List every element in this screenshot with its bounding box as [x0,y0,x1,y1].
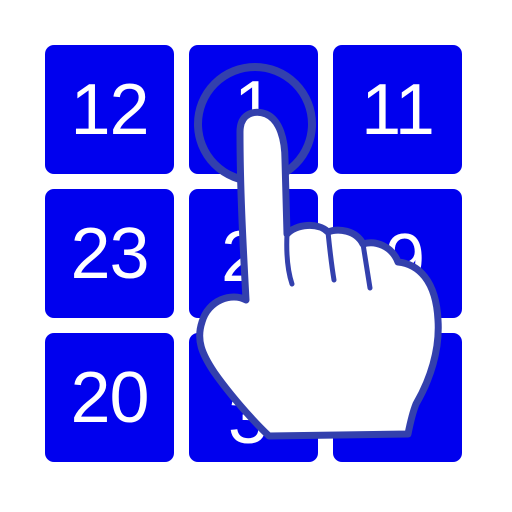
tile-number: 11 [361,69,435,150]
number-tile[interactable]: 23 [45,189,174,318]
tile-number: 20 [70,357,149,438]
number-tile[interactable]: 9 [333,189,462,318]
number-tile[interactable]: 20 [45,333,174,462]
tile-number: 1 [233,66,274,147]
number-tile[interactable]: 12 [45,45,174,174]
tile-number: 12 [70,69,149,150]
tile-number: 9 [384,219,425,300]
number-grid-screen: 12 1 11 23 2 9 20 3 [0,0,512,512]
tile-number: 3 [227,378,268,459]
number-tile[interactable]: 1 [189,45,318,174]
number-tile[interactable] [333,333,462,462]
tile-number: 2 [220,216,261,297]
number-tile[interactable]: 2 [189,189,318,318]
tile-number: 23 [70,213,149,294]
number-tile[interactable]: 11 [333,45,462,174]
number-tile[interactable]: 3 [189,333,318,462]
